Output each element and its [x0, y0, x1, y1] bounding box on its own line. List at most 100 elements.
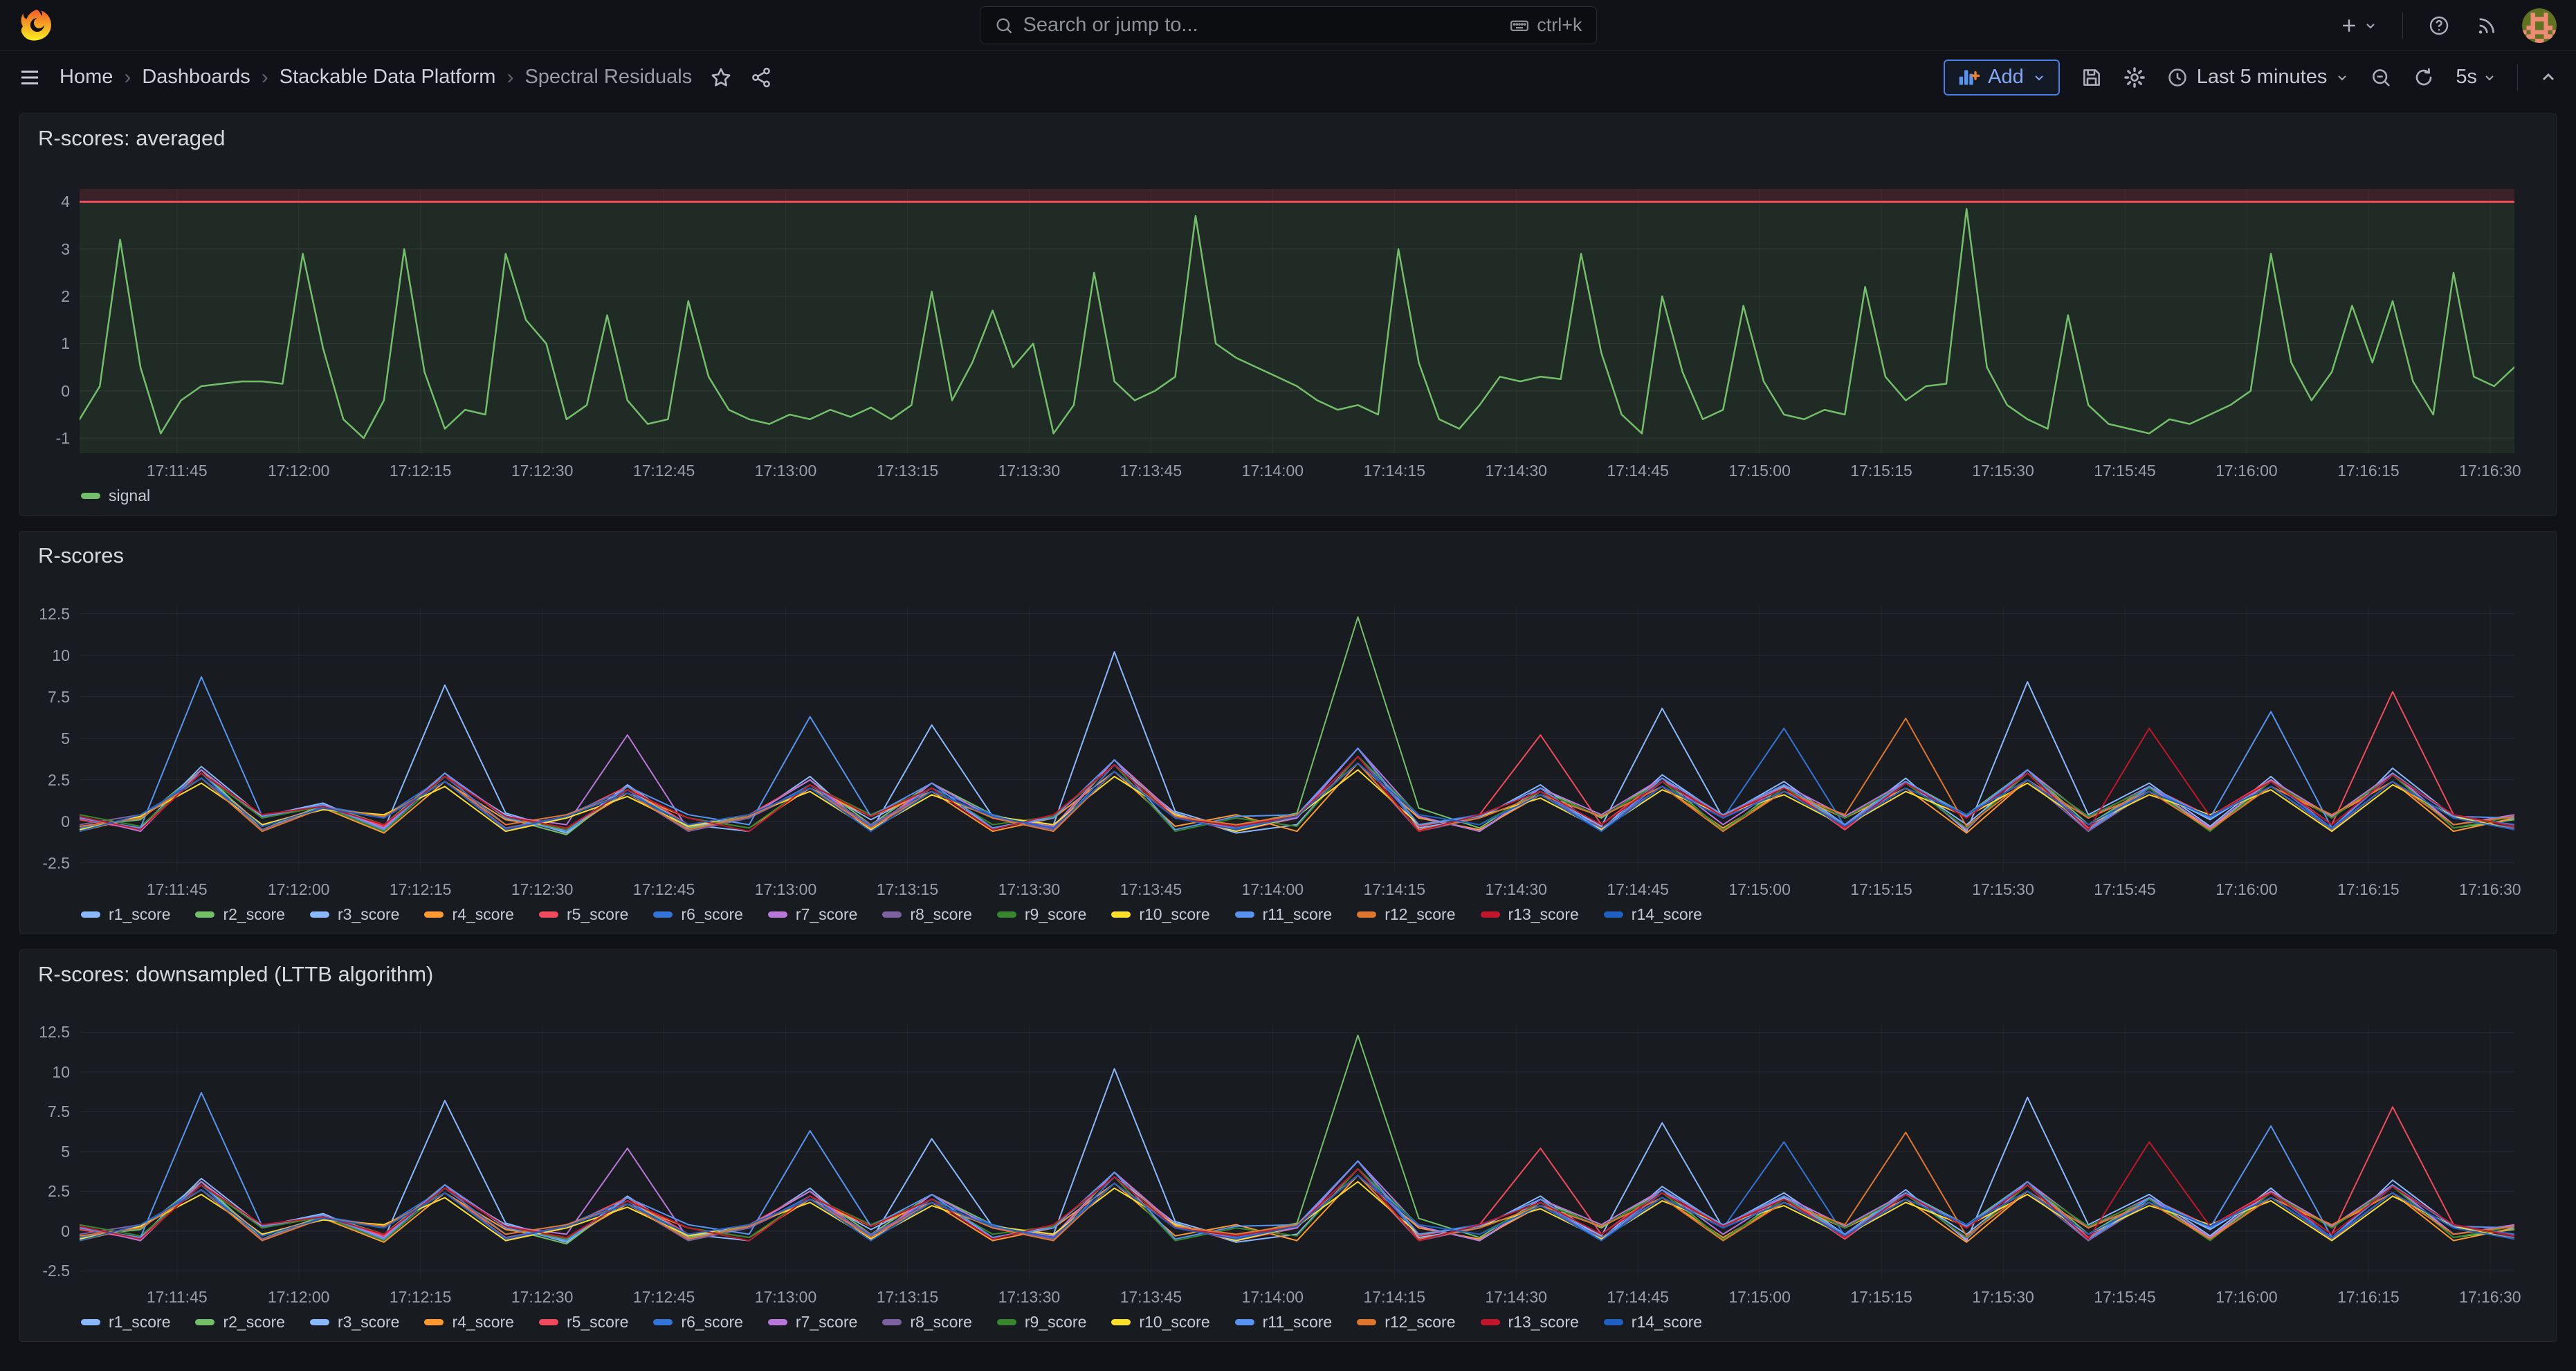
nav-divider: [2402, 12, 2403, 39]
legend-item[interactable]: r2_score: [195, 905, 284, 924]
legend-color-pill: [997, 1319, 1016, 1325]
legend-label: r11_score: [1263, 905, 1333, 924]
legend-color-pill: [310, 911, 329, 918]
legend-item[interactable]: r6_score: [653, 905, 742, 924]
legend-item[interactable]: r11_score: [1235, 905, 1333, 924]
rss-icon: [2475, 15, 2497, 37]
refresh-button[interactable]: [2413, 66, 2435, 89]
x-axis-tick: 17:11:45: [147, 880, 208, 899]
share-icon: [750, 66, 772, 89]
x-axis-tick: 17:12:45: [633, 462, 695, 480]
legend-item[interactable]: r3_score: [310, 905, 399, 924]
legend-item[interactable]: r14_score: [1604, 1313, 1702, 1332]
refresh-interval-picker[interactable]: 5s: [2456, 66, 2496, 89]
zoom-out-icon: [2370, 66, 2392, 89]
legend-item[interactable]: r7_score: [768, 1313, 857, 1332]
legend-item[interactable]: r7_score: [768, 905, 857, 924]
legend-item[interactable]: r10_score: [1111, 1313, 1209, 1332]
legend-item[interactable]: r9_score: [997, 905, 1086, 924]
chevron-down-icon: [2335, 71, 2349, 84]
legend-item[interactable]: r6_score: [653, 1313, 742, 1332]
legend-item[interactable]: r4_score: [424, 905, 513, 924]
breadcrumb-separator: ›: [506, 66, 513, 89]
legend-item[interactable]: r12_score: [1357, 1313, 1455, 1332]
legend-label: r11_score: [1263, 1313, 1333, 1332]
x-axis-tick: 17:13:30: [998, 462, 1061, 480]
user-avatar[interactable]: [2522, 8, 2557, 43]
legend-item[interactable]: r1_score: [81, 1313, 170, 1332]
legend-item[interactable]: r4_score: [424, 1313, 513, 1332]
x-axis-tick: 17:12:45: [633, 880, 695, 899]
search-input[interactable]: Search or jump to... ctrl+k: [980, 6, 1597, 44]
panel-title[interactable]: R-scores: [38, 543, 124, 568]
legend-label: r12_score: [1385, 1313, 1455, 1332]
time-series-chart: [80, 1025, 2514, 1280]
chart-plot-area[interactable]: 17:11:4517:12:0017:12:1517:12:3017:12:45…: [80, 1025, 2514, 1311]
legend-item[interactable]: r14_score: [1604, 905, 1702, 924]
top-nav: Search or jump to... ctrl+k: [0, 0, 2576, 51]
save-icon: [2081, 66, 2103, 89]
x-axis-tick: 17:13:30: [998, 1288, 1061, 1307]
legend-item[interactable]: r10_score: [1111, 905, 1209, 924]
breadcrumb-dashboards[interactable]: Dashboards: [142, 66, 250, 89]
legend-item[interactable]: r8_score: [882, 905, 971, 924]
legend-color-pill: [424, 911, 444, 918]
legend-item[interactable]: r8_score: [882, 1313, 971, 1332]
zoom-out-button[interactable]: [2370, 66, 2392, 89]
collapse-toolbar-button[interactable]: [2539, 68, 2558, 87]
refresh-interval-label: 5s: [2456, 66, 2477, 89]
legend-item[interactable]: r9_score: [997, 1313, 1086, 1332]
x-axis-tick: 17:16:00: [2216, 1288, 2278, 1307]
legend-item[interactable]: r12_score: [1357, 905, 1455, 924]
new-menu-button[interactable]: [2339, 15, 2377, 36]
breadcrumb-folder[interactable]: Stackable Data Platform: [280, 66, 496, 89]
legend-label: r2_score: [223, 905, 284, 924]
favorite-button[interactable]: [710, 66, 732, 89]
share-button[interactable]: [750, 66, 772, 89]
mega-menu-button[interactable]: [18, 66, 42, 89]
news-button[interactable]: [2475, 15, 2497, 37]
x-axis-tick: 17:15:15: [1850, 1288, 1912, 1307]
legend-label: r14_score: [1632, 905, 1702, 924]
dashboard-settings-button[interactable]: [2123, 66, 2146, 89]
legend-item[interactable]: r11_score: [1235, 1313, 1333, 1332]
legend-item[interactable]: r3_score: [310, 1313, 399, 1332]
refresh-icon: [2413, 66, 2435, 89]
y-axis: -101234: [30, 189, 80, 453]
chart-plot-area[interactable]: 17:11:4517:12:0017:12:1517:12:3017:12:45…: [80, 189, 2514, 485]
legend-item[interactable]: r5_score: [539, 1313, 628, 1332]
time-range-picker[interactable]: Last 5 minutes: [2166, 66, 2350, 89]
legend-item[interactable]: r5_score: [539, 905, 628, 924]
x-axis-tick: 17:15:45: [2094, 1288, 2156, 1307]
x-axis-tick: 17:14:45: [1607, 880, 1669, 899]
panel-title[interactable]: R-scores: downsampled (LTTB algorithm): [38, 962, 433, 987]
legend-item[interactable]: signal: [81, 487, 150, 505]
x-axis-tick: 17:15:00: [1728, 462, 1791, 480]
legend-color-pill: [882, 911, 902, 918]
time-range-label: Last 5 minutes: [2197, 66, 2328, 89]
panel-rscores: R-scores -2.502.557.51012.5 17:11:4517:1…: [19, 531, 2557, 934]
breadcrumb-separator: ›: [262, 66, 268, 89]
search-shortcut: ctrl+k: [1509, 15, 1582, 36]
legend-item[interactable]: r13_score: [1481, 905, 1579, 924]
grafana-logo-icon[interactable]: [21, 9, 53, 41]
breadcrumb-separator: ›: [124, 66, 131, 89]
x-axis-tick: 17:15:15: [1850, 462, 1912, 480]
x-axis-tick: 17:14:45: [1607, 462, 1669, 480]
legend-item[interactable]: r1_score: [81, 905, 170, 924]
chart-plot-area[interactable]: 17:11:4517:12:0017:12:1517:12:3017:12:45…: [80, 606, 2514, 904]
legend-item[interactable]: r13_score: [1481, 1313, 1579, 1332]
help-button[interactable]: [2428, 15, 2450, 37]
x-axis-tick: 17:14:00: [1242, 1288, 1304, 1307]
x-axis-tick: 17:12:15: [390, 462, 452, 480]
legend-color-pill: [310, 1319, 329, 1325]
add-button[interactable]: Add: [1944, 60, 2060, 96]
legend-color-pill: [539, 911, 558, 918]
x-axis: 17:11:4517:12:0017:12:1517:12:3017:12:45…: [80, 1280, 2514, 1311]
save-dashboard-button[interactable]: [2081, 66, 2103, 89]
x-axis-tick: 17:13:00: [755, 462, 817, 480]
breadcrumb-home[interactable]: Home: [60, 66, 113, 89]
legend-item[interactable]: r2_score: [195, 1313, 284, 1332]
panel-title[interactable]: R-scores: averaged: [38, 126, 226, 151]
hamburger-icon: [18, 66, 42, 89]
